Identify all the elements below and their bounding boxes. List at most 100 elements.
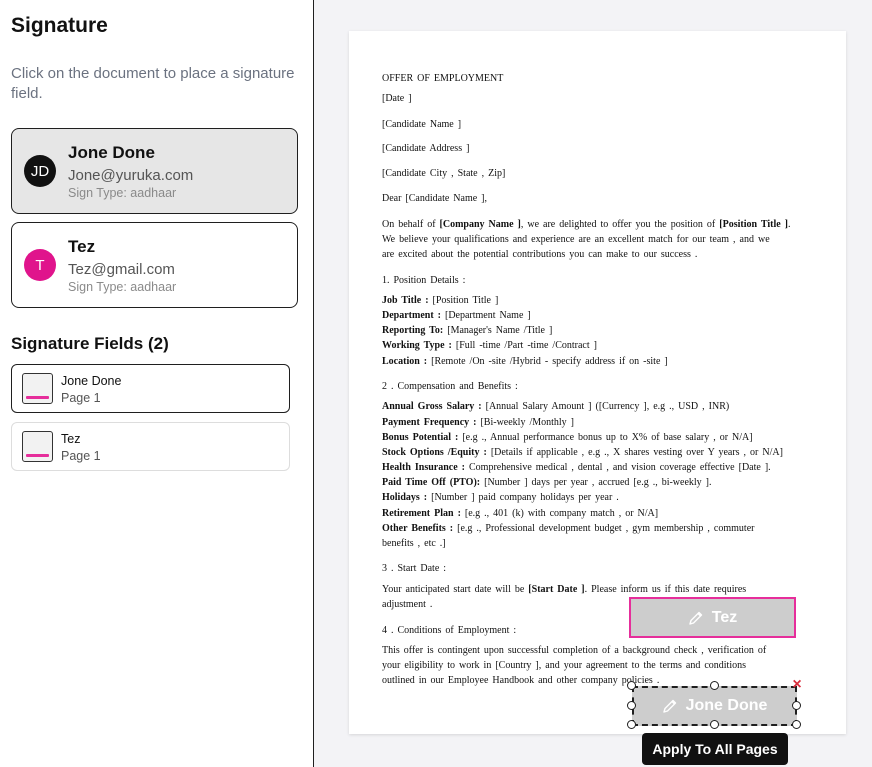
document-bold-text: Retirement Plan : — [382, 508, 461, 519]
document-line: [Candidate City , State , Zip] — [382, 168, 506, 179]
document-line: Dear [Candidate Name ], — [382, 193, 488, 204]
signer-name: Jone Done — [68, 143, 155, 162]
document-text: [Number ] days per year , accrued [e.g .… — [480, 477, 712, 488]
document-line: Holidays : [Number ] paid company holida… — [382, 492, 619, 503]
document-bold-text: Stock Options /Equity : — [382, 447, 487, 458]
document-text: [Annual Salary Amount ] ([Currency ], e.… — [481, 401, 730, 412]
signature-field-icon — [22, 373, 53, 404]
field-signer-name: Tez — [61, 432, 81, 446]
document-line: We believe your qualifications and exper… — [382, 234, 770, 245]
pen-icon — [662, 698, 678, 714]
signature-field-icon — [22, 431, 53, 462]
resize-handle-right[interactable] — [792, 701, 801, 710]
document-bold-text: Job Title : — [382, 295, 429, 306]
field-signer-name: Jone Done — [61, 374, 122, 388]
document-line: 3 . Start Date : — [382, 563, 447, 574]
document-line: Job Title : [Position Title ] — [382, 295, 498, 306]
document-line: [Candidate Address ] — [382, 143, 470, 154]
document-line: Payment Frequency : [Bi-weekly /Monthly … — [382, 417, 574, 428]
document-line: Paid Time Off (PTO): [Number ] days per … — [382, 477, 712, 488]
sidebar: Signature Click on the document to place… — [0, 0, 314, 767]
document-line: OFFER OF EMPLOYMENT — [382, 73, 504, 84]
document-line: 1. Position Details : — [382, 275, 466, 286]
document-line: This offer is contingent upon successful… — [382, 645, 767, 656]
resize-handle-bottom-left[interactable] — [627, 720, 636, 729]
signature-box-tez[interactable]: Tez — [629, 597, 796, 638]
sidebar-hint: Click on the document to place a signatu… — [11, 65, 295, 102]
signature-box-label: Jone Done — [685, 697, 768, 714]
document-bold-text: Paid Time Off (PTO): — [382, 477, 481, 488]
document-line: Your anticipated start date will be [Sta… — [382, 584, 746, 595]
pen-icon — [688, 610, 704, 626]
document-text: [Remote /On -site /Hybrid - specify addr… — [427, 356, 668, 367]
document-bold-text: Reporting To: — [382, 325, 444, 336]
signature-box-label: Tez — [711, 608, 738, 626]
document-line: Department : [Department Name ] — [382, 310, 531, 321]
resize-handle-top-left[interactable] — [627, 681, 636, 690]
document-line: Retirement Plan : [e.g ., 401 (k) with c… — [382, 508, 658, 519]
document-bold-text: Payment Frequency : — [382, 417, 477, 428]
document-text: , we are delighted to offer you the posi… — [520, 219, 720, 230]
avatar: T — [24, 249, 56, 281]
field-page: Page 1 — [61, 449, 101, 463]
document-line: Health Insurance : Comprehensive medical… — [382, 462, 771, 473]
signer-name: Tez — [68, 237, 96, 256]
document-bold-text: [Start Date ] — [528, 584, 585, 595]
apply-to-all-pages-button[interactable]: Apply To All Pages — [642, 733, 788, 765]
document-bold-text: [Company Name ] — [439, 219, 521, 230]
document-line: Working Type : [Full -time /Part -time /… — [382, 340, 597, 351]
resize-handle-bottom[interactable] — [710, 720, 719, 729]
document-text: [Bi-weekly /Monthly ] — [476, 417, 575, 428]
document-line: Annual Gross Salary : [Annual Salary Amo… — [382, 401, 729, 412]
signer-email: Tez@gmail.com — [68, 261, 175, 278]
document-bold-text: Annual Gross Salary : — [382, 401, 482, 412]
document-line: [Date ] — [382, 93, 412, 104]
document-line: On behalf of [Company Name ], we are del… — [382, 219, 791, 230]
document-bold-text: Working Type : — [382, 340, 452, 351]
document-text: [Department Name ] — [440, 310, 531, 321]
document-line: [Candidate Name ] — [382, 119, 462, 130]
document-line: benefits , etc .] — [382, 538, 446, 549]
document-bold-text: Bonus Potential : — [382, 432, 459, 443]
document-line: Location : [Remote /On -site /Hybrid - s… — [382, 356, 668, 367]
document-bold-text: [Position Title ] — [719, 219, 789, 230]
document-text: On behalf of — [382, 219, 440, 230]
document-line: adjustment . — [382, 599, 433, 610]
document-line: Other Benefits : [e.g ., Professional de… — [382, 523, 754, 534]
document-line: outlined in our Employee Handbook and ot… — [382, 675, 660, 686]
document-bold-text: Other Benefits : — [382, 523, 454, 534]
signer-email: Jone@yuruka.com — [68, 167, 194, 184]
avatar: JD — [24, 155, 56, 187]
document-text: [e.g ., 401 (k) with company match , or … — [460, 508, 659, 519]
document-line: Reporting To: [Manager's Name /Title ] — [382, 325, 552, 336]
signer-card-jone-done[interactable]: JD Jone Done Jone@yuruka.com Sign Type: … — [11, 128, 298, 214]
resize-handle-top[interactable] — [710, 681, 719, 690]
resize-handle-bottom-right[interactable] — [792, 720, 801, 729]
document-bold-text: Department : — [382, 310, 441, 321]
document-text: [Full -time /Part -time /Contract ] — [451, 340, 597, 351]
document-text: . — [788, 219, 791, 230]
document-text: [e.g ., Professional development budget … — [453, 523, 755, 534]
document-line: your eligibility to work in [Country ], … — [382, 660, 746, 671]
sidebar-title: Signature — [11, 14, 108, 37]
document-text: [Details if applicable , e.g ., X shares… — [486, 447, 783, 458]
document-text: [Position Title ] — [428, 295, 499, 306]
document-line: are excited about the potential contribu… — [382, 249, 698, 260]
document-text: . Please inform us if this date requires — [584, 584, 747, 595]
document-text: [Number ] paid company holidays per year… — [427, 492, 619, 503]
resize-handle-left[interactable] — [627, 701, 636, 710]
signature-field-item-tez[interactable]: Tez Page 1 — [11, 422, 290, 471]
document-text: Your anticipated start date will be — [382, 584, 529, 595]
delete-field-icon[interactable]: × — [790, 677, 804, 693]
document-bold-text: Health Insurance : — [382, 462, 465, 473]
signer-card-tez[interactable]: T Tez Tez@gmail.com Sign Type: aadhaar — [11, 222, 298, 308]
signature-fields-title: Signature Fields (2) — [11, 334, 169, 353]
document-text: [e.g ., Annual performance bonus up to X… — [458, 432, 753, 443]
signature-field-item-jone-done[interactable]: Jone Done Page 1 — [11, 364, 290, 413]
signer-sign-type: Sign Type: aadhaar — [68, 280, 177, 294]
document-text: [Manager's Name /Title ] — [443, 325, 553, 336]
document-bold-text: Location : — [382, 356, 428, 367]
signer-sign-type: Sign Type: aadhaar — [68, 186, 177, 200]
document-line: 2 . Compensation and Benefits : — [382, 381, 518, 392]
document-bold-text: Holidays : — [382, 492, 428, 503]
